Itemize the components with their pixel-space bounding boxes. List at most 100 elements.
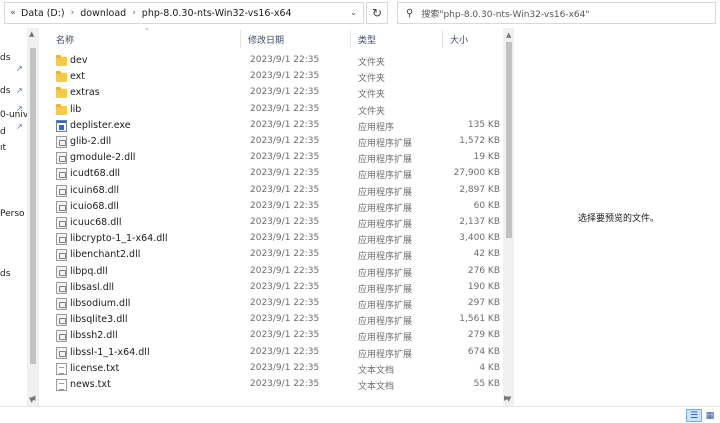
- file-type: 应用程序扩展: [358, 171, 413, 182]
- file-size: 3,400 KB: [459, 233, 500, 244]
- column-divider[interactable]: [442, 30, 443, 48]
- file-row[interactable]: ext 2023/9/1 22:35 文件夹: [50, 69, 504, 85]
- column-header-type[interactable]: 类型: [358, 33, 376, 46]
- address-bar[interactable]: « Data (D:) › download › php-8.0.30-nts-…: [4, 2, 364, 24]
- overflow-chevron-icon[interactable]: «: [5, 8, 21, 18]
- chevron-down-icon[interactable]: ⌄: [350, 8, 357, 17]
- file-name: libenchant2.dll: [70, 249, 141, 261]
- column-headers: ⌃ 名称 修改日期 类型 大小: [40, 27, 504, 50]
- nav-item[interactable]: ds: [0, 269, 10, 279]
- scrollbar-thumb[interactable]: [30, 48, 36, 364]
- large-icons-view-button[interactable]: ▦: [702, 409, 718, 422]
- dll-file-icon: [56, 184, 67, 197]
- file-row[interactable]: libsodium.dll 2023/9/1 22:35 应用程序扩展 297 KB: [50, 296, 504, 312]
- column-header-modified[interactable]: 修改日期: [248, 33, 284, 46]
- file-row[interactable]: icuuc68.dll 2023/9/1 22:35 应用程序扩展 2,137 KB: [50, 215, 504, 231]
- navigation-scrollbar[interactable]: ▲ ▼: [27, 28, 39, 406]
- breadcrumb-separator-icon[interactable]: ›: [65, 8, 81, 18]
- scroll-right-icon[interactable]: ▶: [504, 394, 509, 402]
- file-type: 应用程序扩展: [358, 203, 413, 214]
- file-modified-date: 2023/9/1 22:35: [250, 379, 320, 389]
- file-name: dev: [70, 55, 88, 66]
- dll-file-icon: [56, 281, 67, 294]
- file-row[interactable]: glib-2.dll 2023/9/1 22:35 应用程序扩展 1,572 KB: [50, 134, 504, 150]
- column-divider[interactable]: [350, 30, 351, 48]
- nav-item[interactable]: ds: [0, 53, 10, 63]
- dll-file-icon: [56, 330, 67, 343]
- dll-file-icon: [56, 298, 67, 310]
- file-row[interactable]: libcrypto-1_1-x64.dll 2023/9/1 22:35 应用程序扩…: [50, 231, 504, 247]
- dll-file-icon: [56, 136, 67, 148]
- nav-item[interactable]: ıt: [0, 143, 6, 153]
- preview-pane: 选择要预览的文件。: [514, 28, 720, 406]
- file-row[interactable]: libssh2.dll 2023/9/1 22:35 应用程序扩展 279 KB: [50, 328, 504, 344]
- file-name: license.txt: [70, 362, 120, 374]
- nav-item[interactable]: ds: [0, 86, 10, 96]
- column-header-size[interactable]: 大小: [450, 33, 468, 46]
- file-row[interactable]: deplister.exe 2023/9/1 22:35 应用程序 135 KB: [50, 118, 504, 134]
- breadcrumb-separator-icon[interactable]: ›: [126, 8, 142, 18]
- refresh-button[interactable]: ↻: [366, 2, 388, 24]
- breadcrumb-item-php-folder[interactable]: php-8.0.30-nts-Win32-vs16-x64: [142, 8, 292, 19]
- file-row[interactable]: libenchant2.dll 2023/9/1 22:35 应用程序扩展 42 KB: [50, 247, 504, 263]
- search-input[interactable]: ⚲ 搜索"php-8.0.30-nts-Win32-vs16-x64": [397, 2, 716, 24]
- preview-message: 选择要预览的文件。: [578, 214, 660, 224]
- file-modified-date: 2023/9/1 22:35: [250, 233, 320, 244]
- file-row[interactable]: news.txt 2023/9/1 22:35 文本文档 55 KB: [50, 377, 504, 393]
- file-type: 文件夹: [358, 106, 386, 117]
- file-row[interactable]: libssl-1_1-x64.dll 2023/9/1 22:35 应用程序扩展 67…: [50, 345, 504, 361]
- scroll-up-icon[interactable]: ▲: [29, 30, 34, 38]
- dll-file-icon: [56, 152, 67, 165]
- file-name: libssl-1_1-x64.dll: [70, 346, 150, 358]
- scroll-left-icon[interactable]: ◀: [30, 394, 35, 402]
- scrollbar-thumb[interactable]: [506, 42, 512, 238]
- file-name: extras: [70, 87, 100, 99]
- breadcrumb-item-drive[interactable]: Data (D:): [21, 8, 65, 19]
- file-size: 279 KB: [467, 330, 500, 341]
- file-modified-date: 2023/9/1 22:35: [250, 168, 320, 179]
- text-file-icon: [56, 362, 67, 375]
- horizontal-scrollbar[interactable]: ◀ ▶: [0, 392, 514, 406]
- file-name: news.txt: [70, 379, 111, 390]
- file-row[interactable]: extras 2023/9/1 22:35 文件夹: [50, 85, 504, 101]
- file-row[interactable]: icuin68.dll 2023/9/1 22:35 应用程序扩展 2,897 KB: [50, 183, 504, 199]
- file-size: 674 KB: [467, 346, 500, 357]
- scroll-up-icon[interactable]: ▲: [506, 31, 511, 39]
- file-row[interactable]: dev 2023/9/1 22:35 文件夹: [50, 53, 504, 69]
- file-row[interactable]: gmodule-2.dll 2023/9/1 22:35 应用程序扩展 19 KB: [50, 150, 504, 166]
- file-name: libsodium.dll: [70, 298, 131, 309]
- file-modified-date: 2023/9/1 22:35: [250, 330, 320, 341]
- column-header-name[interactable]: 名称: [56, 33, 74, 46]
- file-modified-date: 2023/9/1 22:35: [250, 119, 320, 130]
- file-row[interactable]: icuio68.dll 2023/9/1 22:35 应用程序扩展 60 KB: [50, 199, 504, 215]
- file-size: 190 KB: [467, 281, 500, 292]
- file-name: lib: [70, 103, 82, 115]
- file-row[interactable]: libpq.dll 2023/9/1 22:35 应用程序扩展 276 KB: [50, 264, 504, 280]
- file-type: 文件夹: [358, 74, 386, 85]
- file-name: libpq.dll: [70, 265, 108, 277]
- pin-icon: ↗: [16, 122, 23, 131]
- file-row[interactable]: libsasl.dll 2023/9/1 22:35 应用程序扩展 190 KB: [50, 280, 504, 296]
- dll-file-icon: [56, 249, 67, 262]
- folder-icon: [56, 103, 67, 115]
- sort-ascending-icon: ⌃: [144, 27, 150, 35]
- nav-item[interactable]: 0-univ: [0, 110, 28, 120]
- file-row[interactable]: lib 2023/9/1 22:35 文件夹: [50, 102, 504, 118]
- file-row[interactable]: icudt68.dll 2023/9/1 22:35 应用程序扩展 27,900 KB: [50, 166, 504, 182]
- file-modified-date: 2023/9/1 22:35: [250, 200, 320, 211]
- details-view-button[interactable]: ☰: [686, 409, 702, 422]
- file-name: icuuc68.dll: [70, 217, 122, 228]
- file-type: 文本文档: [358, 365, 395, 376]
- breadcrumb-item-download[interactable]: download: [80, 8, 126, 19]
- file-modified-date: 2023/9/1 22:35: [250, 184, 320, 195]
- column-divider[interactable]: [240, 30, 241, 48]
- file-row[interactable]: license.txt 2023/9/1 22:35 文本文档 4 KB: [50, 361, 504, 377]
- status-bar: ☰ ▦: [0, 406, 720, 423]
- nav-item[interactable]: Perso: [0, 209, 25, 219]
- file-modified-date: 2023/9/1 22:35: [250, 55, 320, 65]
- file-name: gmodule-2.dll: [70, 152, 136, 164]
- file-type: 应用程序扩展: [358, 236, 413, 247]
- nav-item[interactable]: d: [0, 127, 6, 137]
- file-row[interactable]: libsqlite3.dll 2023/9/1 22:35 应用程序扩展 1,561 …: [50, 312, 504, 328]
- file-type: 应用程序扩展: [358, 284, 413, 295]
